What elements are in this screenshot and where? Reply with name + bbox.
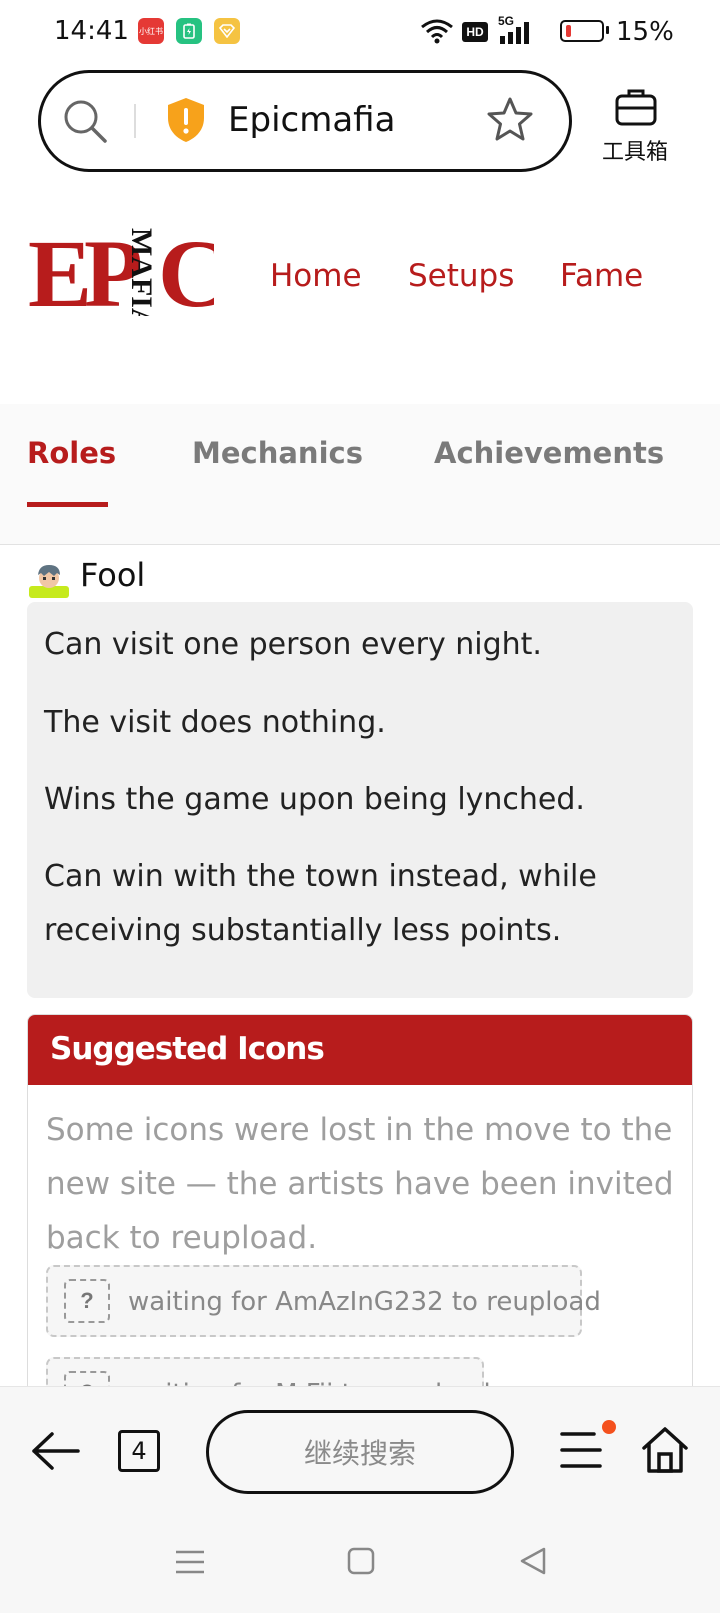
home-icon[interactable] <box>640 1426 690 1474</box>
suggested-icons-card: Suggested Icons Some icons were lost in … <box>27 1014 693 1414</box>
fool-avatar-icon <box>29 565 69 598</box>
card-title: Suggested Icons <box>50 1031 325 1067</box>
signal-icon <box>500 22 529 44</box>
card-text: Some icons were lost in the move to the … <box>46 1112 674 1256</box>
battery-app-icon <box>176 18 202 44</box>
question-icon: ? <box>64 1279 110 1323</box>
hd-icon: HD <box>462 22 488 42</box>
svg-text:E: E <box>28 224 92 316</box>
waiting-item: ? waiting for AmAzInG232 to reupload <box>46 1265 601 1337</box>
toolbox-icon[interactable] <box>614 88 658 126</box>
address-title[interactable]: Epicmafia <box>228 100 395 140</box>
svg-text:C: C <box>158 224 214 316</box>
tab-mechanics[interactable]: Mechanics <box>192 436 363 470</box>
card-header: Suggested Icons <box>28 1015 692 1085</box>
nav-home[interactable]: Home <box>270 258 362 294</box>
svg-text:MAFIA: MAFIA <box>125 228 158 316</box>
xiaohongshu-app-icon: 小红书 <box>138 18 164 44</box>
description-line: Can win with the town instead, while rec… <box>44 859 597 948</box>
status-bar: 14:41 小红书 HD 5G 15% <box>0 0 720 64</box>
nav-setups[interactable]: Setups <box>408 258 514 294</box>
tab-roles[interactable]: Roles <box>27 436 116 470</box>
warning-shield-icon[interactable] <box>166 96 206 144</box>
battery-icon <box>560 20 604 42</box>
tab-count-button[interactable]: 4 <box>118 1430 160 1472</box>
description-line: The visit does nothing. <box>44 705 386 740</box>
tab-achievements[interactable]: Achievements <box>434 436 664 470</box>
continue-search-button[interactable]: 继续搜索 <box>206 1410 514 1494</box>
role-name: Fool <box>80 556 146 594</box>
address-divider <box>134 104 136 138</box>
back-arrow-icon[interactable] <box>30 1430 82 1472</box>
system-home-icon[interactable] <box>346 1546 376 1576</box>
notification-dot <box>602 1420 616 1434</box>
search-icon[interactable] <box>62 98 108 144</box>
epicmafia-logo[interactable]: E P MAFIA C <box>28 224 214 316</box>
nav-fame[interactable]: Fame <box>560 258 643 294</box>
wifi-icon <box>421 19 453 44</box>
toolbox-label[interactable]: 工具箱 <box>602 134 668 166</box>
system-back-icon[interactable] <box>518 1546 548 1576</box>
star-bookmark-icon[interactable] <box>486 96 534 142</box>
description-line: Can visit one person every night. <box>44 627 542 662</box>
tab-bar <box>0 404 720 545</box>
description-line: Wins the game upon being lynched. <box>44 782 585 817</box>
battery-percent: 15% <box>616 17 674 47</box>
recent-apps-icon[interactable] <box>174 1548 206 1576</box>
active-tab-indicator <box>27 502 108 507</box>
waiting-text: waiting for AmAzInG232 to reupload <box>128 1287 601 1317</box>
vip-app-icon <box>214 18 240 44</box>
status-time: 14:41 <box>54 16 129 46</box>
menu-icon[interactable] <box>560 1428 602 1472</box>
